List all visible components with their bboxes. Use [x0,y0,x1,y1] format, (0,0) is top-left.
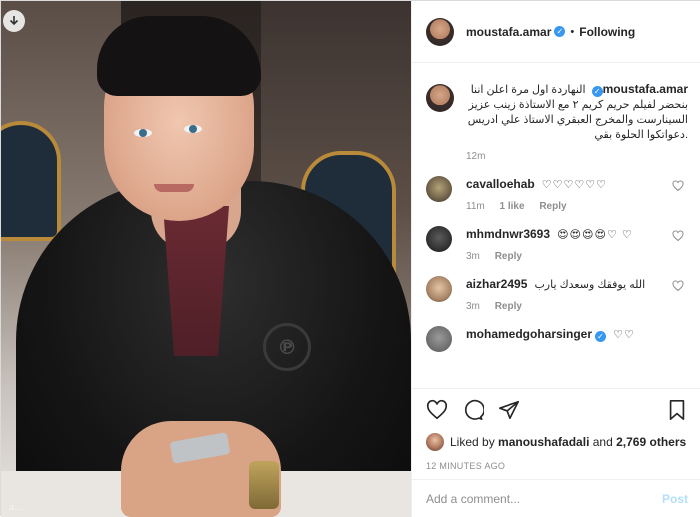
caption-username[interactable]: moustafa.amar [603,82,688,96]
comment-reply-button[interactable]: Reply [539,201,566,212]
comment-like-heart-icon[interactable] [672,230,684,242]
comment-avatar[interactable] [426,326,452,352]
comments-list[interactable]: moustafa.amar✓ النهاردة اول مرة اعلن انن… [412,64,700,386]
photo-person-hair [97,16,261,96]
liker-avatar[interactable] [426,433,444,451]
photo-person-eye [134,129,152,137]
caption-time[interactable]: 12m [466,151,485,162]
comment-text: الله يوفقك وسعدك يارب [534,279,646,291]
caption-avatar[interactable] [426,84,454,112]
liker-username[interactable]: manoushafadali [498,435,589,449]
photo-chair [1,121,61,241]
comment-time[interactable]: 3m [466,301,480,312]
comment-item: mohamedgoharsinger ✓ ♡♡ [426,326,688,352]
header-separator: • [570,25,575,38]
comment-meta: 3m Reply [466,301,666,312]
post-actions: Liked by manoushafadali and 2,769 others… [412,388,700,471]
comment-username[interactable]: aizhar2495 [466,277,527,291]
comment-meta: 11m 1 like Reply [466,201,666,212]
action-icons-row [426,397,688,423]
share-plane-icon[interactable] [498,399,520,421]
likes-summary: Liked by manoushafadali and 2,769 others [426,433,688,451]
photo-watch [249,461,279,509]
verified-badge-icon: ✓ [554,26,566,37]
instagram-post-modal: ℗ a... moustafa.amar ✓ • Following moust… [0,0,700,517]
comment-text: ♡♡ [613,329,635,341]
comment-item: mhmdnwr3693 😍😍😍😍♡ ♡ 3m Reply [426,226,688,262]
download-button[interactable] [3,10,25,32]
post-caption: moustafa.amar✓ النهاردة اول مرة اعلن انن… [426,82,688,162]
comment-time[interactable]: 11m [466,201,485,212]
likes-prefix: Liked by [450,435,495,449]
comment-avatar[interactable] [426,226,452,252]
post-header: moustafa.amar ✓ • Following [412,1,700,63]
comment-username[interactable]: mhmdnwr3693 [466,227,550,241]
likes-connector: and [592,435,613,449]
likes-others-link[interactable]: 2,769 others [616,435,686,449]
caption-meta: 12m [466,151,688,162]
comment-reply-button[interactable]: Reply [495,251,522,262]
comment-avatar[interactable] [426,176,452,202]
post-timestamp[interactable]: 12 MINUTES AGO [426,461,688,471]
comment-like-heart-icon[interactable] [672,180,684,192]
download-arrow-icon [9,16,19,26]
comment-avatar[interactable] [426,276,452,302]
comment-item: aizhar2495 الله يوفقك وسعدك يارب 3m Repl… [426,276,688,312]
save-bookmark-icon[interactable] [666,399,688,421]
post-side-panel: moustafa.amar ✓ • Following moustafa.ama… [411,1,700,517]
verified-badge-icon: ✓ [591,86,603,97]
author-avatar[interactable] [426,17,454,46]
comment-likes[interactable]: 1 like [500,201,525,212]
add-comment-bar: Add a comment... Post [412,479,700,517]
comment-text: 😍😍😍😍♡ ♡ [557,229,633,241]
author-username[interactable]: moustafa.amar [466,25,551,39]
comment-like-heart-icon[interactable] [672,280,684,292]
comment-text: ♡♡♡♡♡♡ [541,179,607,191]
caption-text-block: moustafa.amar✓ النهاردة اول مرة اعلن انن… [466,82,688,143]
comment-item: cavalloehab ♡♡♡♡♡♡ 11m 1 like Reply [426,176,688,212]
like-heart-icon[interactable] [426,399,448,421]
photo-watermark: a... [9,503,23,513]
comment-meta: 3m Reply [466,251,666,262]
photo-person-mouth [154,184,194,192]
comment-bubble-icon[interactable] [462,399,484,421]
following-button[interactable]: Following [579,25,635,39]
comment-reply-button[interactable]: Reply [495,301,522,312]
jacket-logo-patch: ℗ [263,323,311,371]
photo-person-eye [184,125,202,133]
post-photo[interactable]: ℗ a... [1,1,411,517]
comment-username[interactable]: cavalloehab [466,177,535,191]
post-comment-button[interactable]: Post [662,492,688,506]
verified-badge-icon: ✓ [595,331,607,342]
add-comment-input[interactable]: Add a comment... [426,492,662,506]
comment-time[interactable]: 3m [466,251,480,262]
comment-username[interactable]: mohamedgoharsinger [466,327,592,341]
